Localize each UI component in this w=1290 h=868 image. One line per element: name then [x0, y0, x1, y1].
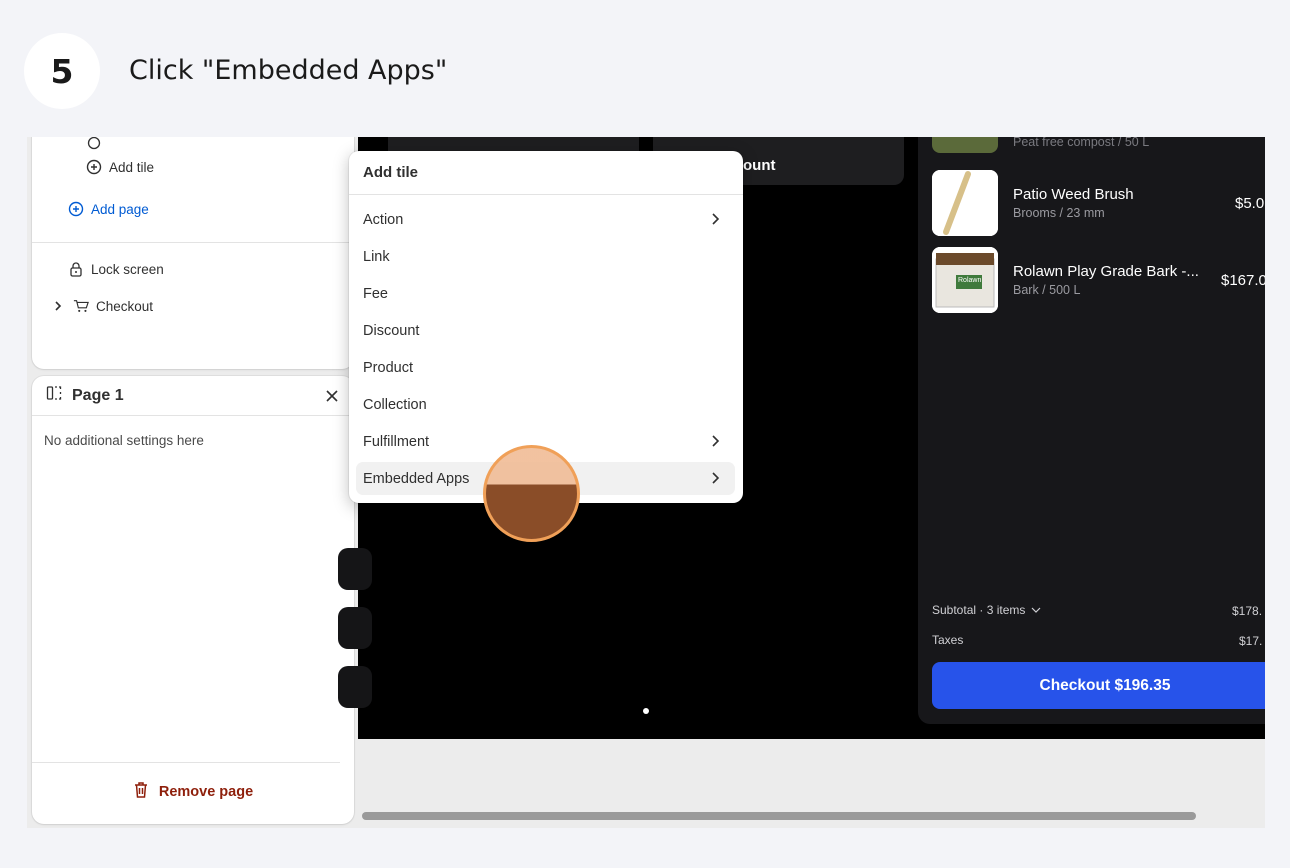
tree-item-partial	[86, 137, 102, 151]
cart-item-sub: Bark / 500 L	[1013, 283, 1081, 297]
cart-item[interactable]: Rolawn Rolawn Play Grade Bark -... Bark …	[932, 247, 1218, 313]
page-indicator-dot[interactable]	[643, 708, 649, 714]
page-settings-header: Page 1	[32, 376, 354, 416]
menu-item-label: Fee	[363, 285, 388, 302]
subtotal-label: Subtotal · 3 items	[932, 603, 1026, 617]
preview-side-button[interactable]	[338, 666, 372, 708]
menu-item-label: Fulfillment	[363, 433, 430, 450]
cart-item-name: Patio Weed Brush	[1013, 186, 1134, 203]
subtotal-value: $178.	[1232, 604, 1263, 618]
taxes-value: $17.	[1239, 634, 1263, 648]
add-tile-menu-title: Add tile	[349, 151, 743, 195]
tile-icon	[86, 137, 102, 151]
checkout-button[interactable]: Checkout $196.35	[932, 662, 1265, 709]
menu-item-fee[interactable]: Fee	[356, 277, 735, 310]
cart-item[interactable]: Peat free compost / 50 L	[932, 137, 1218, 153]
cart-icon	[73, 298, 89, 314]
checkout-item[interactable]: Checkout	[50, 298, 153, 314]
page-settings-card: Page 1 No additional settings here Remov…	[32, 376, 354, 824]
chevron-right-icon	[712, 472, 720, 484]
preview-tile-label: ount	[743, 157, 776, 174]
add-page-button[interactable]: Add page	[68, 201, 149, 217]
close-icon[interactable]	[320, 384, 344, 408]
menu-item-label: Discount	[363, 322, 420, 339]
add-tile-button[interactable]: Add tile	[86, 159, 154, 175]
tree-divider	[32, 242, 354, 243]
chevron-right-icon[interactable]	[50, 298, 66, 314]
plus-circle-icon	[68, 201, 84, 217]
subtotal-row[interactable]: Subtotal · 3 items	[932, 603, 1041, 617]
menu-item-label: Embedded Apps	[363, 470, 470, 487]
product-thumbnail	[932, 170, 998, 236]
menu-item-label: Product	[363, 359, 413, 376]
cart-item-sub: Brooms / 23 mm	[1013, 206, 1105, 220]
menu-item-label: Collection	[363, 396, 427, 413]
menu-item-label: Action	[363, 211, 404, 228]
cart-panel: Peat free compost / 50 L Patio Weed Brus…	[918, 137, 1265, 724]
click-indicator	[483, 445, 580, 542]
cart-item-name: Rolawn Play Grade Bark -...	[1013, 263, 1199, 280]
navigation-tree-card: Add tile Add page Lock screen Checkout	[32, 137, 354, 369]
cart-item-price: $167.0	[1221, 272, 1265, 289]
step-instruction: Click "Embedded Apps"	[129, 55, 448, 86]
remove-page-button[interactable]: Remove page	[32, 781, 354, 803]
taxes-row: Taxes	[932, 633, 963, 647]
chevron-down-icon	[1031, 603, 1041, 617]
page-layout-icon	[46, 385, 62, 406]
product-thumbnail	[932, 137, 998, 153]
menu-item-product[interactable]: Product	[356, 351, 735, 384]
cart-item-sub: Peat free compost / 50 L	[1013, 137, 1150, 149]
trash-icon	[133, 781, 149, 803]
step-number-badge: 5	[24, 33, 100, 109]
remove-page-label: Remove page	[158, 784, 254, 800]
page-settings-title: Page 1	[72, 386, 124, 404]
menu-item-action[interactable]: Action	[356, 203, 735, 236]
plus-circle-icon	[86, 159, 102, 175]
menu-item-collection[interactable]: Collection	[356, 388, 735, 421]
menu-item-discount[interactable]: Discount	[356, 314, 735, 347]
page-footer-divider	[32, 762, 340, 763]
chevron-right-icon	[712, 213, 720, 225]
lock-icon	[68, 261, 84, 277]
product-thumbnail: Rolawn	[932, 247, 998, 313]
page-settings-note: No additional settings here	[44, 433, 204, 448]
menu-item-label: Link	[363, 248, 390, 265]
lock-screen-label: Lock screen	[91, 261, 164, 277]
lock-screen-item[interactable]: Lock screen	[68, 261, 164, 277]
cart-item-price: $5.0	[1235, 195, 1265, 212]
preview-side-button[interactable]	[338, 548, 372, 590]
cart-item[interactable]: Patio Weed Brush Brooms / 23 mm	[932, 170, 1218, 236]
chevron-right-icon	[712, 435, 720, 447]
product-thumbnail-label: Rolawn	[958, 277, 982, 284]
add-tile-label: Add tile	[109, 159, 155, 175]
horizontal-scrollbar[interactable]	[362, 812, 1196, 820]
preview-side-button[interactable]	[338, 607, 372, 649]
add-page-label: Add page	[91, 201, 149, 217]
checkout-label: Checkout	[96, 298, 154, 314]
menu-item-link[interactable]: Link	[356, 240, 735, 273]
taxes-label: Taxes	[932, 633, 964, 647]
